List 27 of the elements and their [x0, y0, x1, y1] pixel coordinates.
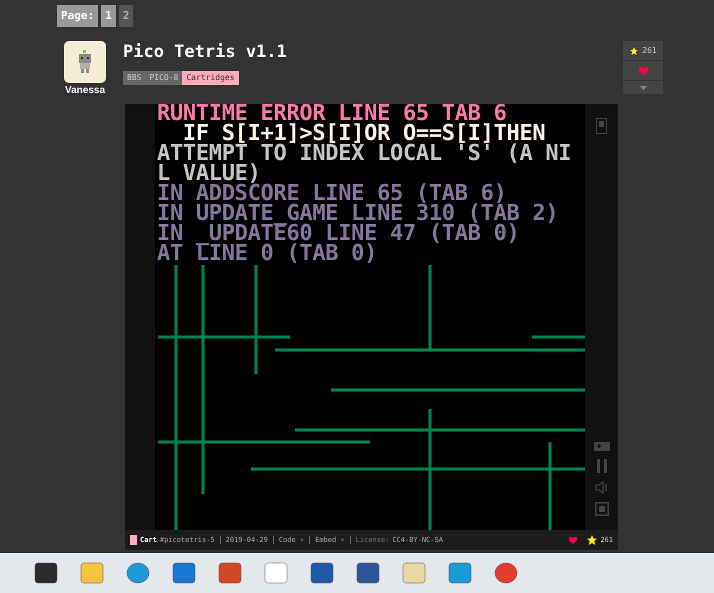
- pager-label: Page:: [57, 5, 98, 27]
- console-line: AT LINE 0 (TAB 0): [157, 244, 378, 264]
- console-line: IN UPDATE_GAME LINE 310 (TAB 2): [157, 204, 560, 224]
- breadcrumb-link[interactable]: Cartridges: [182, 71, 239, 85]
- star-vote[interactable]: 261: [623, 41, 663, 60]
- star-icon[interactable]: [587, 535, 598, 545]
- console-line: IF S[I+1]>S[I]OR O==S[I]THEN: [182, 124, 546, 144]
- star-count: 261: [642, 44, 657, 56]
- cartridge-icon: [130, 535, 137, 545]
- console-line: RUNTIME ERROR LINE 65 TAB 6: [157, 104, 507, 124]
- post-title: Pico Tetris v1.1: [123, 41, 287, 63]
- breadcrumb-link[interactable]: BBS: [123, 71, 146, 85]
- console-line: IN _UPDATE60 LINE 47 (TAB 0): [157, 224, 520, 244]
- game-screen[interactable]: [155, 104, 585, 530]
- dropdown-button[interactable]: [623, 81, 663, 94]
- heart-button[interactable]: [623, 61, 663, 80]
- console-line: L VALUE): [157, 164, 261, 184]
- star-icon: [629, 46, 640, 56]
- console-line: ATTEMPT TO INDEX LOCAL 'S' (A NI: [157, 144, 572, 164]
- robot-icon: [77, 50, 93, 74]
- heart-icon: [638, 66, 648, 75]
- caret-icon: [640, 86, 646, 90]
- heart-icon[interactable]: [568, 536, 578, 544]
- console-line: IN ADDSCORE LINE 65 (TAB 6): [157, 184, 507, 204]
- author-name[interactable]: Vanessa: [64, 83, 106, 98]
- avatar[interactable]: [64, 41, 106, 83]
- breadcrumb-link[interactable]: PICO-8: [145, 71, 182, 85]
